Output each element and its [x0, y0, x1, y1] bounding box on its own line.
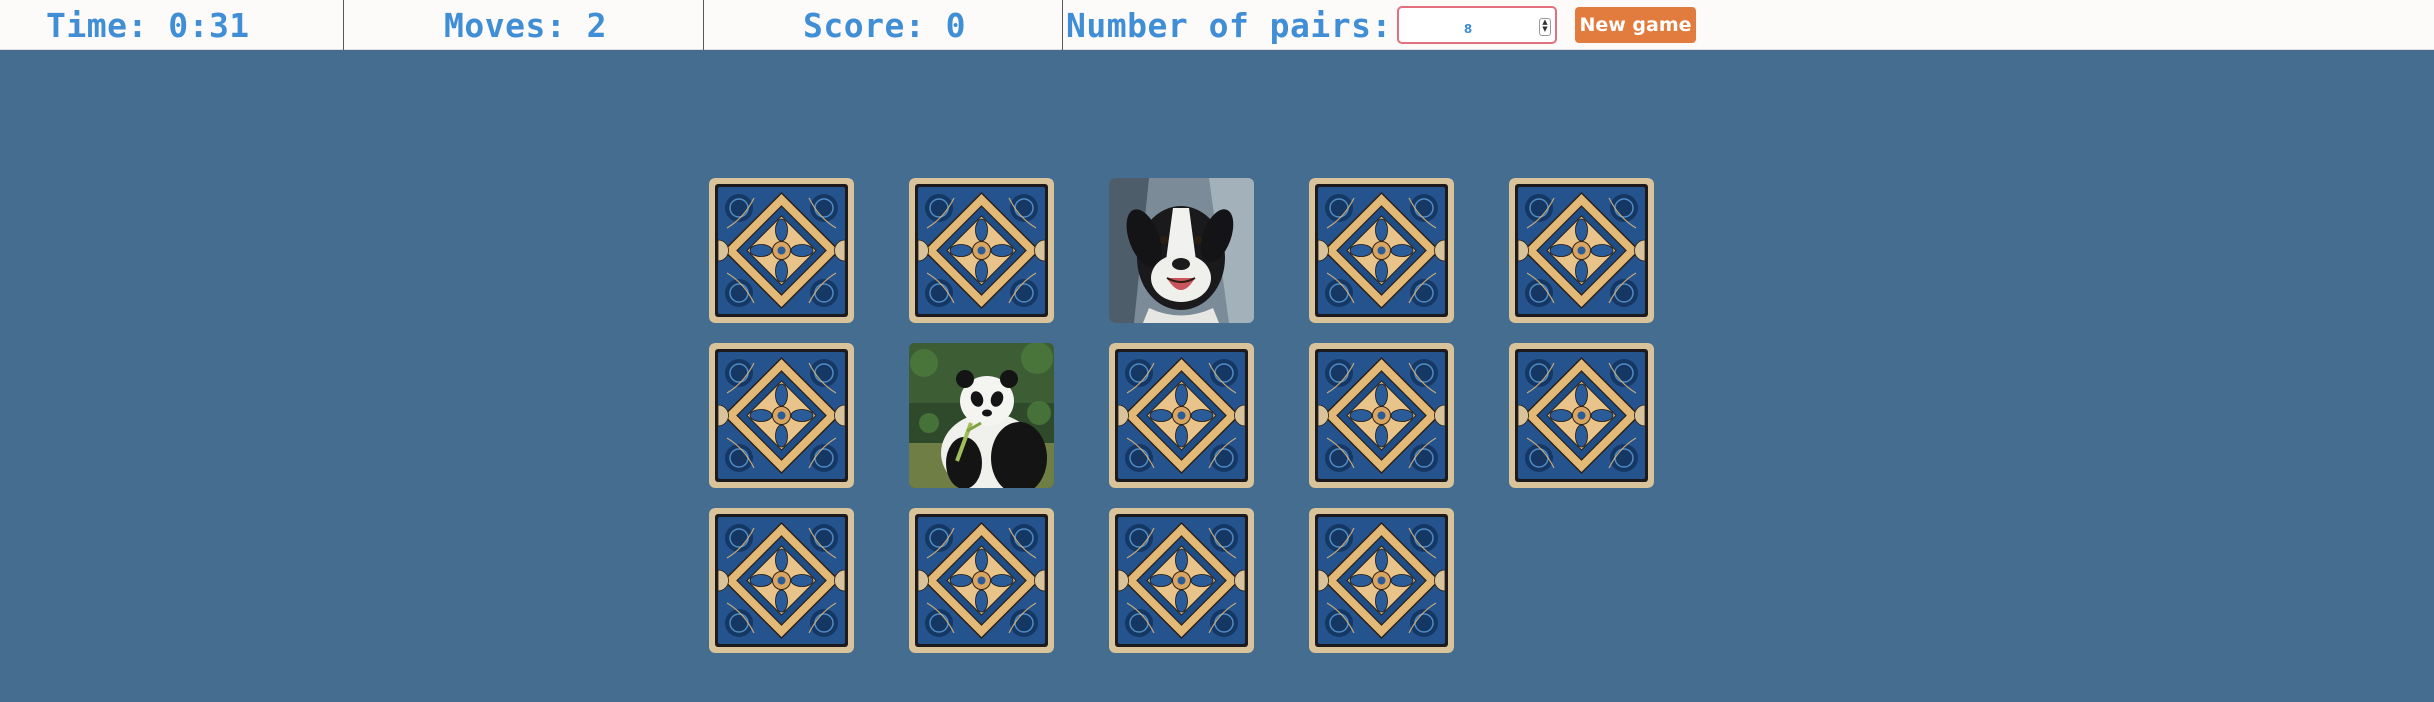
- card-back[interactable]: [1309, 508, 1454, 653]
- card-face-panda[interactable]: [909, 343, 1054, 488]
- card-back-pattern: [709, 508, 854, 653]
- card-back-pattern: [909, 508, 1054, 653]
- new-game-button[interactable]: New game: [1575, 7, 1696, 43]
- pairs-number-input[interactable]: 8 ▲ ▼: [1397, 6, 1557, 44]
- card-back[interactable]: [1309, 178, 1454, 323]
- pairs-label: Number of pairs:: [1066, 6, 1392, 45]
- card-back[interactable]: [909, 178, 1054, 323]
- dog-image: [1109, 178, 1254, 323]
- card-back-pattern: [709, 343, 854, 488]
- card-face-dog[interactable]: [1109, 178, 1254, 323]
- card-back-pattern: [1509, 343, 1654, 488]
- card-back[interactable]: [1509, 178, 1654, 323]
- card-back-pattern: [1109, 508, 1254, 653]
- game-header: Time: 0:31 Moves: 2 Score: 0 Number of p…: [0, 0, 2434, 50]
- card-back-pattern: [1309, 343, 1454, 488]
- card-back[interactable]: [709, 178, 854, 323]
- card-back[interactable]: [1509, 343, 1654, 488]
- card-back-pattern: [1309, 508, 1454, 653]
- number-spinner-icon[interactable]: ▲ ▼: [1539, 18, 1551, 36]
- panda-image: [909, 343, 1054, 488]
- card-back[interactable]: [709, 508, 854, 653]
- header-divider: [1062, 0, 1063, 50]
- header-divider: [343, 0, 344, 50]
- card-back[interactable]: [709, 343, 854, 488]
- card-back[interactable]: [1309, 343, 1454, 488]
- card-back-pattern: [709, 178, 854, 323]
- pairs-input-value: 8: [1463, 22, 1473, 36]
- card-grid: [709, 178, 1654, 653]
- card-back[interactable]: [909, 508, 1054, 653]
- card-back-pattern: [909, 178, 1054, 323]
- header-divider: [703, 0, 704, 50]
- card-back-pattern: [1109, 343, 1254, 488]
- score-display: Score: 0: [803, 6, 966, 45]
- card-back[interactable]: [1109, 343, 1254, 488]
- moves-counter: Moves: 2: [444, 6, 607, 45]
- card-back-pattern: [1509, 178, 1654, 323]
- card-back[interactable]: [1109, 508, 1254, 653]
- card-back-pattern: [1309, 178, 1454, 323]
- timer-display: Time: 0:31: [46, 6, 250, 45]
